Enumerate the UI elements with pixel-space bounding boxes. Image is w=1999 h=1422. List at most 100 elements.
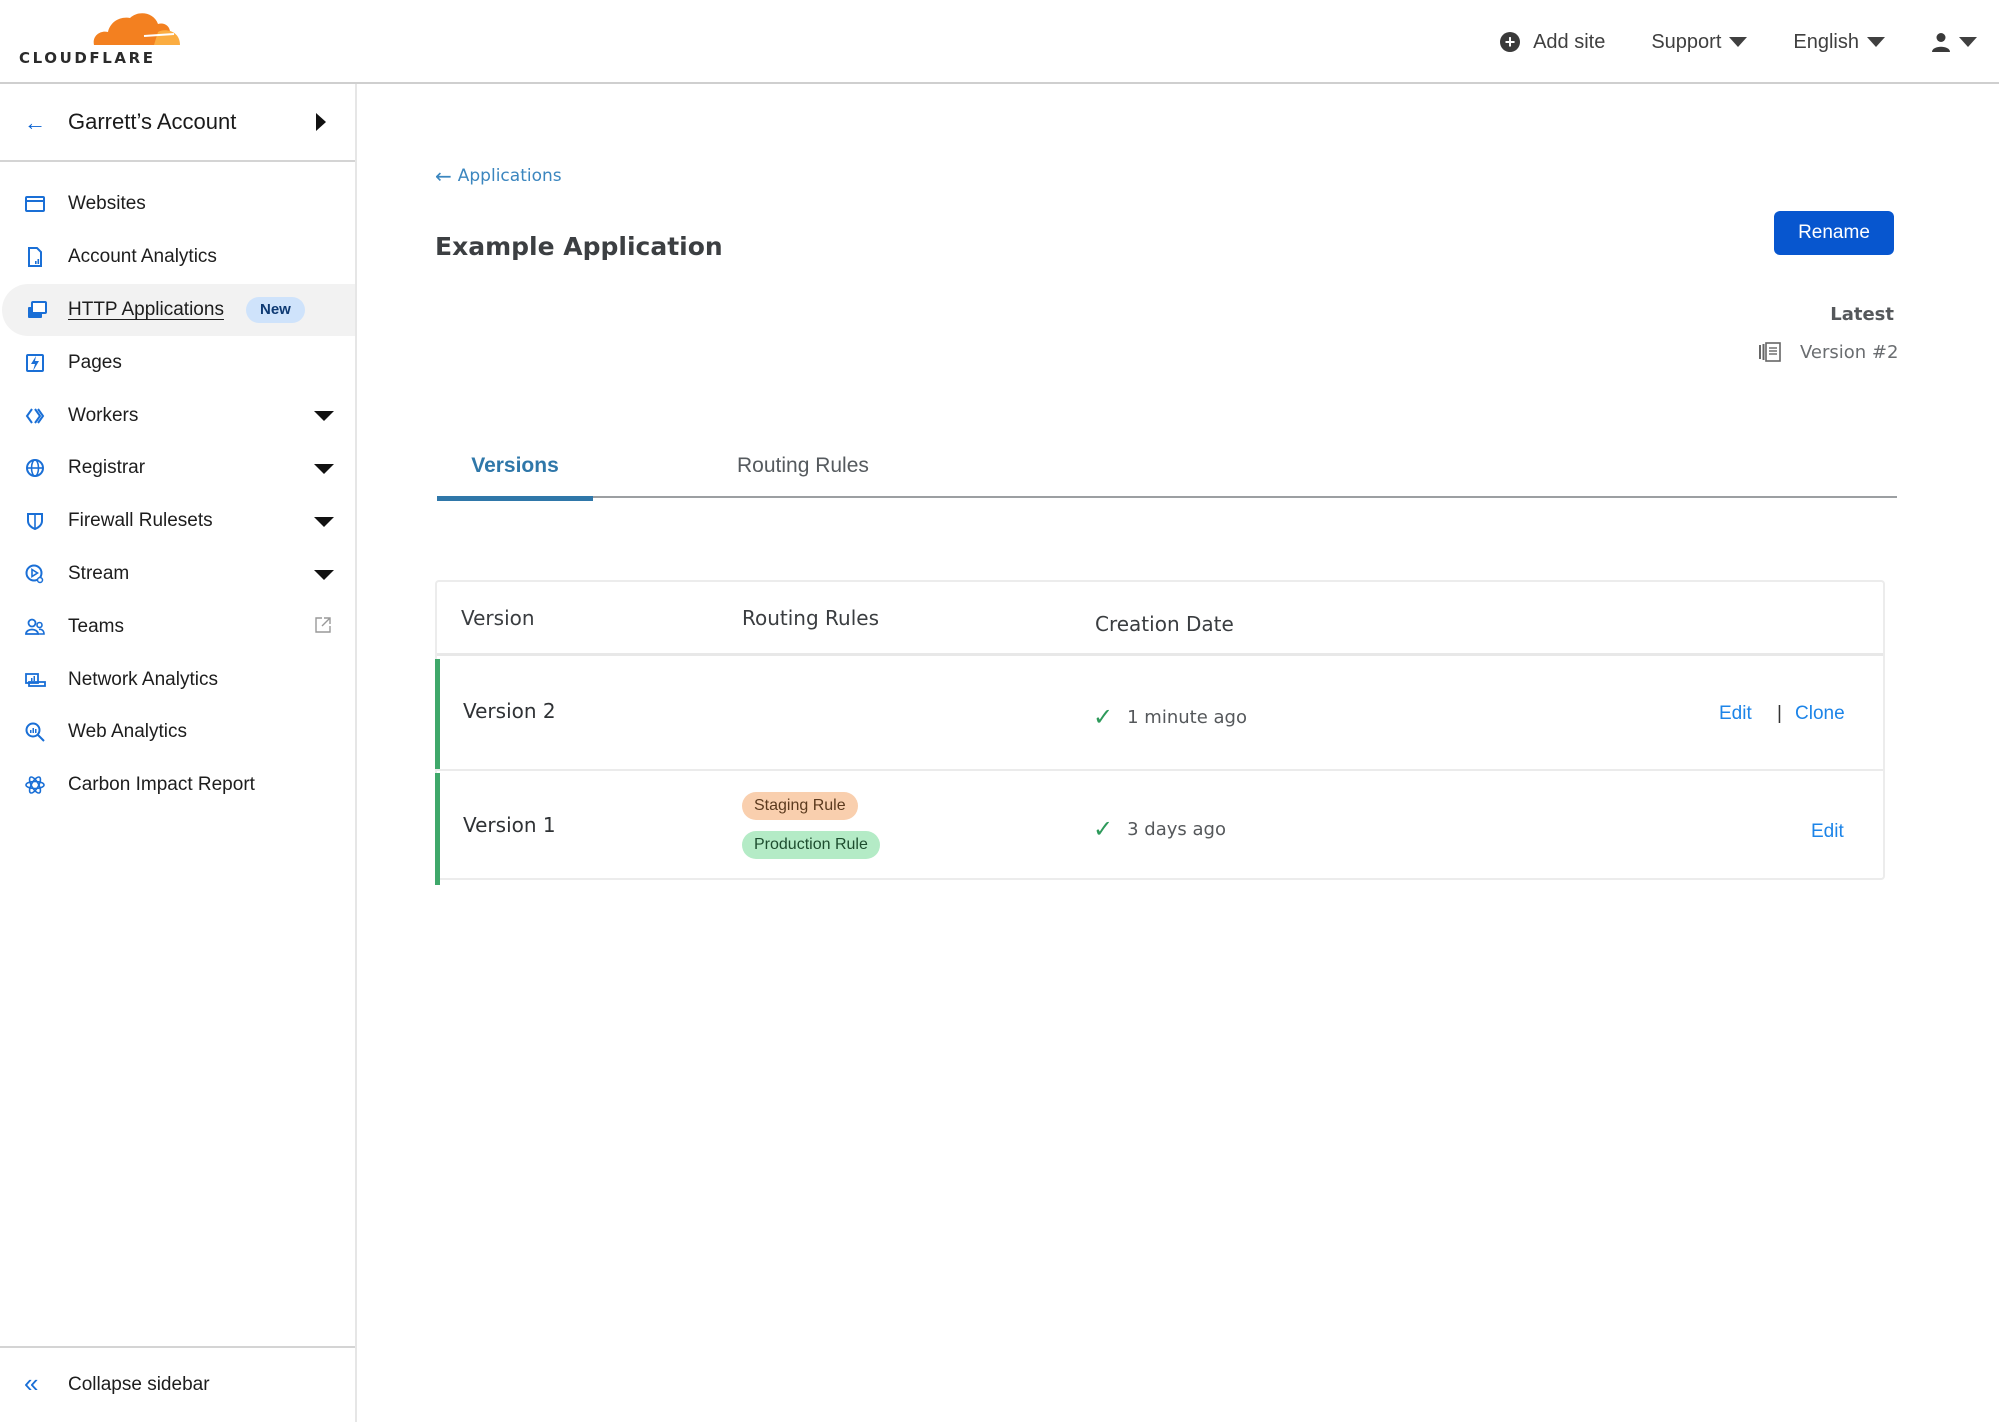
sidebar-item-label: Pages bbox=[68, 351, 122, 373]
creation-date: ✓ 1 minute ago bbox=[1093, 703, 1247, 731]
versions-stack-icon bbox=[1759, 342, 1781, 362]
latest-version: Version #2 bbox=[1758, 341, 1898, 363]
clone-link[interactable]: Clone bbox=[1795, 703, 1845, 725]
versions-table: Version Routing Rules Creation Date Vers… bbox=[435, 580, 1885, 885]
sidebar-item-registrar[interactable]: Registrar bbox=[0, 442, 355, 495]
language-dropdown[interactable]: English bbox=[1793, 31, 1885, 54]
sidebar-item-label: Registrar bbox=[68, 457, 146, 479]
double-chevron-left-icon: « bbox=[24, 1368, 39, 1398]
production-rule-tag[interactable]: Production Rule bbox=[742, 831, 880, 859]
sidebar-item-network-analytics[interactable]: Network Analytics bbox=[0, 653, 355, 706]
network-chart-icon bbox=[24, 669, 46, 691]
sidebar-item-carbon-impact-report[interactable]: Carbon Impact Report bbox=[0, 759, 355, 812]
sidebar-item-label: Workers bbox=[68, 404, 139, 426]
sidebar-item-label: Stream bbox=[68, 562, 130, 584]
support-label: Support bbox=[1651, 30, 1722, 53]
user-menu[interactable] bbox=[1931, 32, 1977, 52]
tab-bar: Versions Routing Rules bbox=[437, 446, 1897, 501]
edit-link[interactable]: Edit bbox=[1719, 703, 1752, 725]
sidebar-item-label: Account Analytics bbox=[68, 246, 217, 268]
chevron-down-icon bbox=[1959, 37, 1977, 47]
support-dropdown[interactable]: Support bbox=[1651, 30, 1748, 54]
browser-window-icon bbox=[24, 193, 46, 215]
check-icon: ✓ bbox=[1093, 815, 1114, 843]
workers-icon bbox=[24, 405, 46, 427]
sidebar-item-label: Teams bbox=[68, 615, 124, 637]
chevron-down-icon[interactable] bbox=[314, 569, 334, 580]
sidebar-item-workers[interactable]: Workers bbox=[0, 389, 355, 442]
collapse-sidebar-button[interactable]: « Collapse sidebar bbox=[0, 1346, 355, 1422]
collapse-sidebar-label: Collapse sidebar bbox=[68, 1374, 210, 1395]
account-switcher[interactable]: ← Garrett’s Account bbox=[0, 84, 355, 162]
sidebar-item-account-analytics[interactable]: Account Analytics bbox=[0, 231, 355, 284]
sidebar-item-stream[interactable]: Stream bbox=[0, 548, 355, 601]
breadcrumb-label: Applications bbox=[457, 166, 562, 186]
tab-versions[interactable]: Versions bbox=[437, 454, 593, 501]
cloud-icon bbox=[93, 13, 180, 45]
sidebar-item-label: Websites bbox=[68, 193, 146, 215]
sidebar-item-websites[interactable]: Websites bbox=[0, 178, 355, 231]
chevron-right-icon bbox=[316, 113, 326, 131]
column-header-version: Version bbox=[461, 606, 535, 630]
chevron-down-icon[interactable] bbox=[314, 516, 334, 527]
table-row: Version 1 Staging Rule Production Rule ✓… bbox=[435, 773, 1883, 885]
main-content: ← Applications Example Application Renam… bbox=[357, 84, 1999, 1422]
sidebar-item-label: Network Analytics bbox=[68, 668, 218, 690]
atom-icon bbox=[24, 774, 46, 796]
latest-version-label: Version #2 bbox=[1800, 341, 1899, 363]
chevron-down-icon[interactable] bbox=[314, 411, 334, 422]
action-separator: | bbox=[1777, 703, 1782, 724]
page-title: Example Application bbox=[435, 232, 723, 261]
creation-date: ✓ 3 days ago bbox=[1093, 815, 1226, 843]
table-row: Version 2 ✓ 1 minute ago Edit | Clone bbox=[435, 659, 1883, 771]
breadcrumb-applications-link[interactable]: ← Applications bbox=[435, 164, 562, 188]
sidebar-item-http-applications[interactable]: HTTP Applications New bbox=[2, 283, 355, 337]
new-badge: New bbox=[246, 296, 305, 323]
sidebar-item-teams[interactable]: Teams bbox=[0, 600, 355, 653]
stacked-windows-icon bbox=[26, 299, 48, 321]
check-icon: ✓ bbox=[1093, 703, 1114, 731]
stream-play-icon bbox=[24, 563, 46, 585]
cloudflare-logo[interactable]: CLOUDFLARE bbox=[18, 12, 180, 68]
staging-rule-tag[interactable]: Staging Rule bbox=[742, 792, 858, 820]
edit-link[interactable]: Edit bbox=[1811, 821, 1844, 843]
logo-wordmark: CLOUDFLARE bbox=[19, 49, 156, 67]
sidebar: ← Garrett’s Account Websites Account Ana… bbox=[0, 84, 357, 1422]
top-header: CLOUDFLARE + Add site Support English bbox=[0, 0, 1999, 84]
sidebar-item-firewall-rulesets[interactable]: Firewall Rulesets bbox=[0, 495, 355, 548]
creation-date-text: 3 days ago bbox=[1127, 818, 1226, 840]
version-name[interactable]: Version 1 bbox=[463, 813, 556, 837]
document-chart-icon bbox=[24, 246, 46, 268]
sidebar-item-label: Carbon Impact Report bbox=[68, 774, 255, 796]
user-icon bbox=[1932, 33, 1950, 52]
latest-label: Latest bbox=[1830, 304, 1894, 325]
version-name[interactable]: Version 2 bbox=[463, 699, 556, 723]
sidebar-item-label: Firewall Rulesets bbox=[68, 510, 213, 532]
chevron-down-icon bbox=[1729, 37, 1748, 47]
sidebar-item-label: HTTP Applications bbox=[68, 298, 224, 320]
sidebar-item-label: Web Analytics bbox=[68, 721, 187, 743]
sidebar-item-web-analytics[interactable]: Web Analytics bbox=[0, 706, 355, 759]
column-header-creation-date: Creation Date bbox=[1095, 612, 1234, 636]
sidebar-item-pages[interactable]: Pages bbox=[0, 336, 355, 389]
shield-icon bbox=[24, 510, 46, 532]
account-name: Garrett’s Account bbox=[68, 109, 237, 134]
language-label: English bbox=[1793, 30, 1859, 53]
search-chart-icon bbox=[24, 721, 46, 743]
external-link-icon bbox=[315, 617, 331, 634]
plus-circle-icon: + bbox=[1500, 32, 1521, 52]
add-site-label: Add site bbox=[1533, 30, 1606, 53]
lightning-page-icon bbox=[24, 352, 46, 374]
chevron-down-icon[interactable] bbox=[314, 463, 334, 474]
users-icon bbox=[24, 616, 46, 638]
table-header: Version Routing Rules Creation Date bbox=[437, 582, 1883, 656]
rename-button[interactable]: Rename bbox=[1774, 211, 1894, 255]
chevron-down-icon bbox=[1867, 37, 1885, 47]
column-header-routing-rules: Routing Rules bbox=[742, 606, 879, 630]
tab-routing-rules[interactable]: Routing Rules bbox=[737, 454, 869, 478]
creation-date-text: 1 minute ago bbox=[1127, 706, 1247, 728]
arrow-left-icon[interactable]: ← bbox=[24, 110, 46, 136]
add-site-button[interactable]: + Add site bbox=[1500, 31, 1605, 54]
arrow-left-icon: ← bbox=[435, 164, 452, 188]
globe-icon bbox=[24, 457, 46, 479]
